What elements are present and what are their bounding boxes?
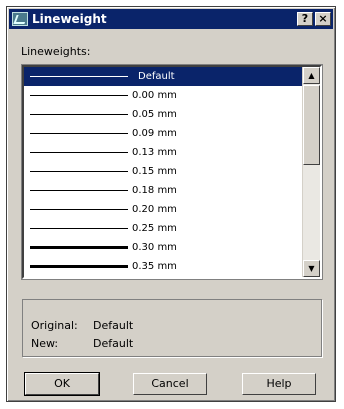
lineweight-sample-line bbox=[30, 209, 128, 210]
lineweight-item[interactable]: 0.09 mm bbox=[24, 124, 302, 143]
lineweight-label: 0.15 mm bbox=[132, 166, 177, 177]
lineweight-sample-line bbox=[30, 171, 128, 172]
lineweight-item[interactable]: 0.18 mm bbox=[24, 181, 302, 200]
lineweight-sample-line bbox=[30, 114, 128, 115]
ok-button[interactable]: OK bbox=[24, 372, 100, 396]
lineweight-sample-line bbox=[30, 133, 128, 134]
lineweights-listbox[interactable]: Default 0.00 mm 0.05 mm 0.09 mm 0.13 mm 0.15 … bbox=[21, 64, 323, 280]
lineweight-dialog: Lineweight ? × Lineweights: Default 0.00 … bbox=[6, 6, 336, 402]
lineweight-sample-line bbox=[30, 76, 128, 77]
lineweights-label: Lineweights: bbox=[21, 45, 91, 58]
lineweight-item[interactable]: 0.13 mm bbox=[24, 143, 302, 162]
lineweight-sample-line bbox=[30, 265, 128, 268]
scroll-up-button[interactable]: ▲ bbox=[303, 67, 320, 84]
original-row: Original: Default bbox=[31, 319, 133, 333]
new-value: Default bbox=[93, 337, 134, 350]
new-label: New: bbox=[31, 337, 59, 350]
lineweight-sample-line bbox=[30, 246, 128, 249]
lineweight-sample-line bbox=[30, 152, 128, 153]
lineweight-label: 0.18 mm bbox=[132, 185, 177, 196]
lineweight-item[interactable]: 0.35 mm bbox=[24, 257, 302, 276]
app-icon bbox=[12, 12, 28, 26]
lineweight-item[interactable]: 0.20 mm bbox=[24, 200, 302, 219]
lineweight-item[interactable]: 0.30 mm bbox=[24, 238, 302, 257]
lineweight-label: 0.00 mm bbox=[132, 90, 177, 101]
vertical-scrollbar[interactable]: ▲ ▼ bbox=[302, 67, 320, 277]
help-button[interactable]: Help bbox=[242, 373, 316, 395]
title-bar[interactable]: Lineweight ? × bbox=[9, 9, 333, 29]
lineweight-item[interactable]: 0.15 mm bbox=[24, 162, 302, 181]
lineweight-label: 0.20 mm bbox=[132, 204, 177, 215]
original-value: Default bbox=[93, 319, 134, 332]
lineweight-item[interactable]: Default bbox=[24, 67, 302, 86]
scroll-down-button[interactable]: ▼ bbox=[303, 260, 320, 277]
lineweight-label: 0.30 mm bbox=[132, 242, 177, 253]
scroll-thumb[interactable] bbox=[303, 85, 320, 165]
lineweight-sample-line bbox=[30, 190, 128, 191]
lineweight-item[interactable]: 0.05 mm bbox=[24, 105, 302, 124]
lineweights-list: Default 0.00 mm 0.05 mm 0.09 mm 0.13 mm 0.15 … bbox=[24, 67, 302, 277]
lineweight-sample-line bbox=[30, 95, 128, 96]
lineweight-item[interactable]: 0.25 mm bbox=[24, 219, 302, 238]
close-button[interactable]: × bbox=[315, 12, 331, 26]
cancel-button[interactable]: Cancel bbox=[133, 373, 207, 395]
lineweight-label: 0.35 mm bbox=[132, 261, 177, 272]
original-label: Original: bbox=[31, 319, 78, 332]
lineweight-info-group: Original: Default New: Default bbox=[22, 299, 322, 357]
lineweight-label: 0.25 mm bbox=[132, 223, 177, 234]
lineweight-label: Default bbox=[138, 71, 175, 82]
help-question-button[interactable]: ? bbox=[297, 12, 313, 26]
lineweight-item[interactable]: 0.00 mm bbox=[24, 86, 302, 105]
new-row: New: Default bbox=[31, 337, 133, 351]
lineweight-sample-line bbox=[30, 228, 128, 229]
lineweight-label: 0.05 mm bbox=[132, 109, 177, 120]
window-title: Lineweight bbox=[32, 12, 107, 26]
lineweight-label: 0.09 mm bbox=[132, 128, 177, 139]
lineweight-label: 0.13 mm bbox=[132, 147, 177, 158]
